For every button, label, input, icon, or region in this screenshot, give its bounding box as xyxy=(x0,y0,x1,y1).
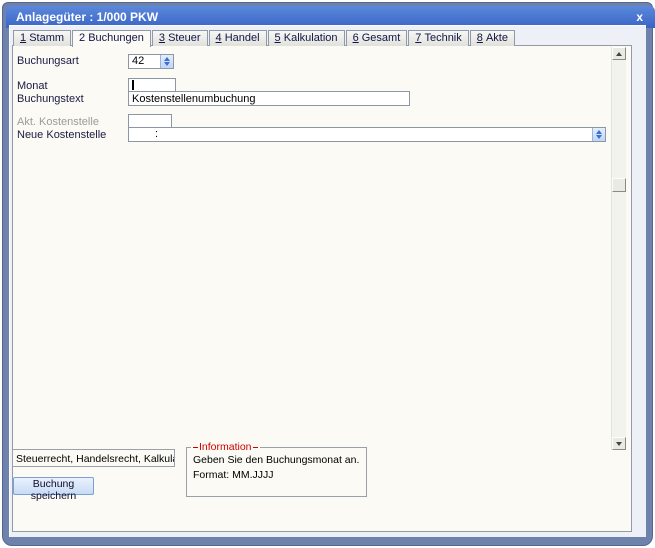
tab-label: Akte xyxy=(485,32,508,44)
vertical-scrollbar[interactable] xyxy=(611,47,626,450)
buchungsart-label: Buchungsart xyxy=(17,55,79,67)
tab-accelerator: 2 xyxy=(79,32,86,44)
tab-accelerator: 4 xyxy=(215,32,222,44)
monat-label: Monat xyxy=(17,80,48,92)
tab-accelerator: 7 xyxy=(415,32,422,44)
buchungsart-value: 42 xyxy=(132,55,145,67)
tab-label: Stamm xyxy=(29,32,65,44)
tab-accelerator: 5 xyxy=(274,32,281,44)
combo-stepper-icon[interactable] xyxy=(592,128,605,141)
accounting-scope-box: Steuerrecht, Handelsrecht, Kalkulation xyxy=(12,449,175,467)
application-window: Anlagegüter : 1/000 PKW x 1 Stamm 2 Buch… xyxy=(0,0,655,548)
akt-kostenstelle-label: Akt. Kostenstelle xyxy=(17,116,99,128)
neue-kostenstelle-label: Neue Kostenstelle xyxy=(17,129,107,141)
information-line1: Geben Sie den Buchungsmonat an. xyxy=(193,454,360,466)
save-booking-button[interactable]: Buchung speichern xyxy=(13,477,94,502)
neue-kostenstelle-combobox[interactable]: : xyxy=(128,127,606,142)
tab-label: Steuer xyxy=(168,32,201,44)
tab-accelerator: 6 xyxy=(352,32,359,44)
accounting-scope-text: Steuerrecht, Handelsrecht, Kalkulation xyxy=(16,453,174,465)
tab-kalkulation[interactable]: 5 Kalkulation xyxy=(267,30,345,46)
scroll-down-icon[interactable] xyxy=(612,437,626,450)
scrollbar-thumb[interactable] xyxy=(612,178,626,192)
tab-strip: 1 Stamm 2 Buchungen 3 Steuer 4 Handel 5 … xyxy=(13,30,516,47)
combo-stepper-icon[interactable] xyxy=(160,55,173,68)
tab-label: Kalkulation xyxy=(283,32,338,44)
tab-handel[interactable]: 4 Handel xyxy=(208,30,267,46)
tab-steuer[interactable]: 3 Steuer xyxy=(151,30,208,46)
neue-kostenstelle-value: : xyxy=(155,128,159,140)
tab-label: Buchungen xyxy=(88,32,144,44)
tab-gesamt[interactable]: 6 Gesamt xyxy=(345,30,408,46)
tab-buchungen[interactable]: 2 Buchungen xyxy=(72,30,151,47)
tab-akte[interactable]: 8 Akte xyxy=(469,30,515,46)
tab-accelerator: 1 xyxy=(20,32,27,44)
tab-label: Technik xyxy=(424,32,462,44)
buchungsart-combobox[interactable]: 42 xyxy=(128,54,174,69)
information-line2: Format: MM.JJJJ xyxy=(193,469,274,481)
tab-label: Gesamt xyxy=(361,32,401,44)
tab-accelerator: 8 xyxy=(476,32,483,44)
scroll-up-icon[interactable] xyxy=(612,47,626,60)
tab-stamm[interactable]: 1 Stamm xyxy=(13,30,72,46)
tab-technik[interactable]: 7 Technik xyxy=(408,30,469,46)
tab-label: Handel xyxy=(224,32,260,44)
text-caret xyxy=(132,80,134,90)
buchungstext-input[interactable] xyxy=(128,91,410,106)
tab-accelerator: 3 xyxy=(158,32,166,44)
information-legend: Information xyxy=(191,441,260,454)
buchungstext-label: Buchungstext xyxy=(17,93,84,105)
information-fieldset: Information Geben Sie den Buchungsmonat … xyxy=(186,441,367,497)
